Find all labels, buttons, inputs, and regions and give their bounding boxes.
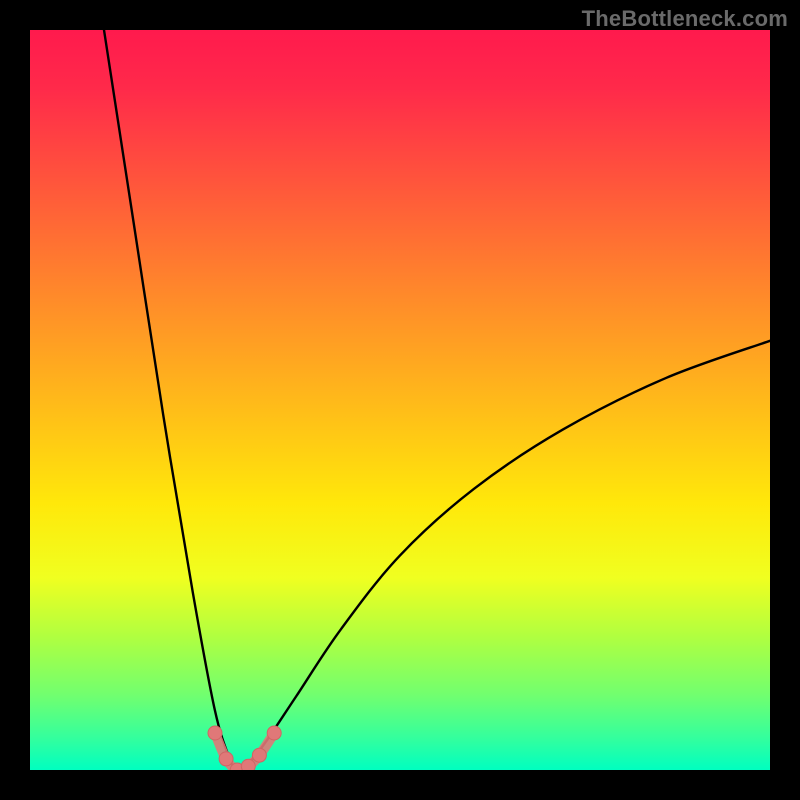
trough-marker — [241, 759, 255, 770]
trough-marker — [219, 752, 233, 766]
curve-svg — [30, 30, 770, 770]
chart-frame: TheBottleneck.com — [0, 0, 800, 800]
trough-marker — [267, 726, 281, 740]
watermark-text: TheBottleneck.com — [582, 6, 788, 32]
trough-marker — [252, 748, 266, 762]
plot-area — [30, 30, 770, 770]
trough-marker — [208, 726, 222, 740]
bottleneck-curve — [104, 30, 770, 770]
